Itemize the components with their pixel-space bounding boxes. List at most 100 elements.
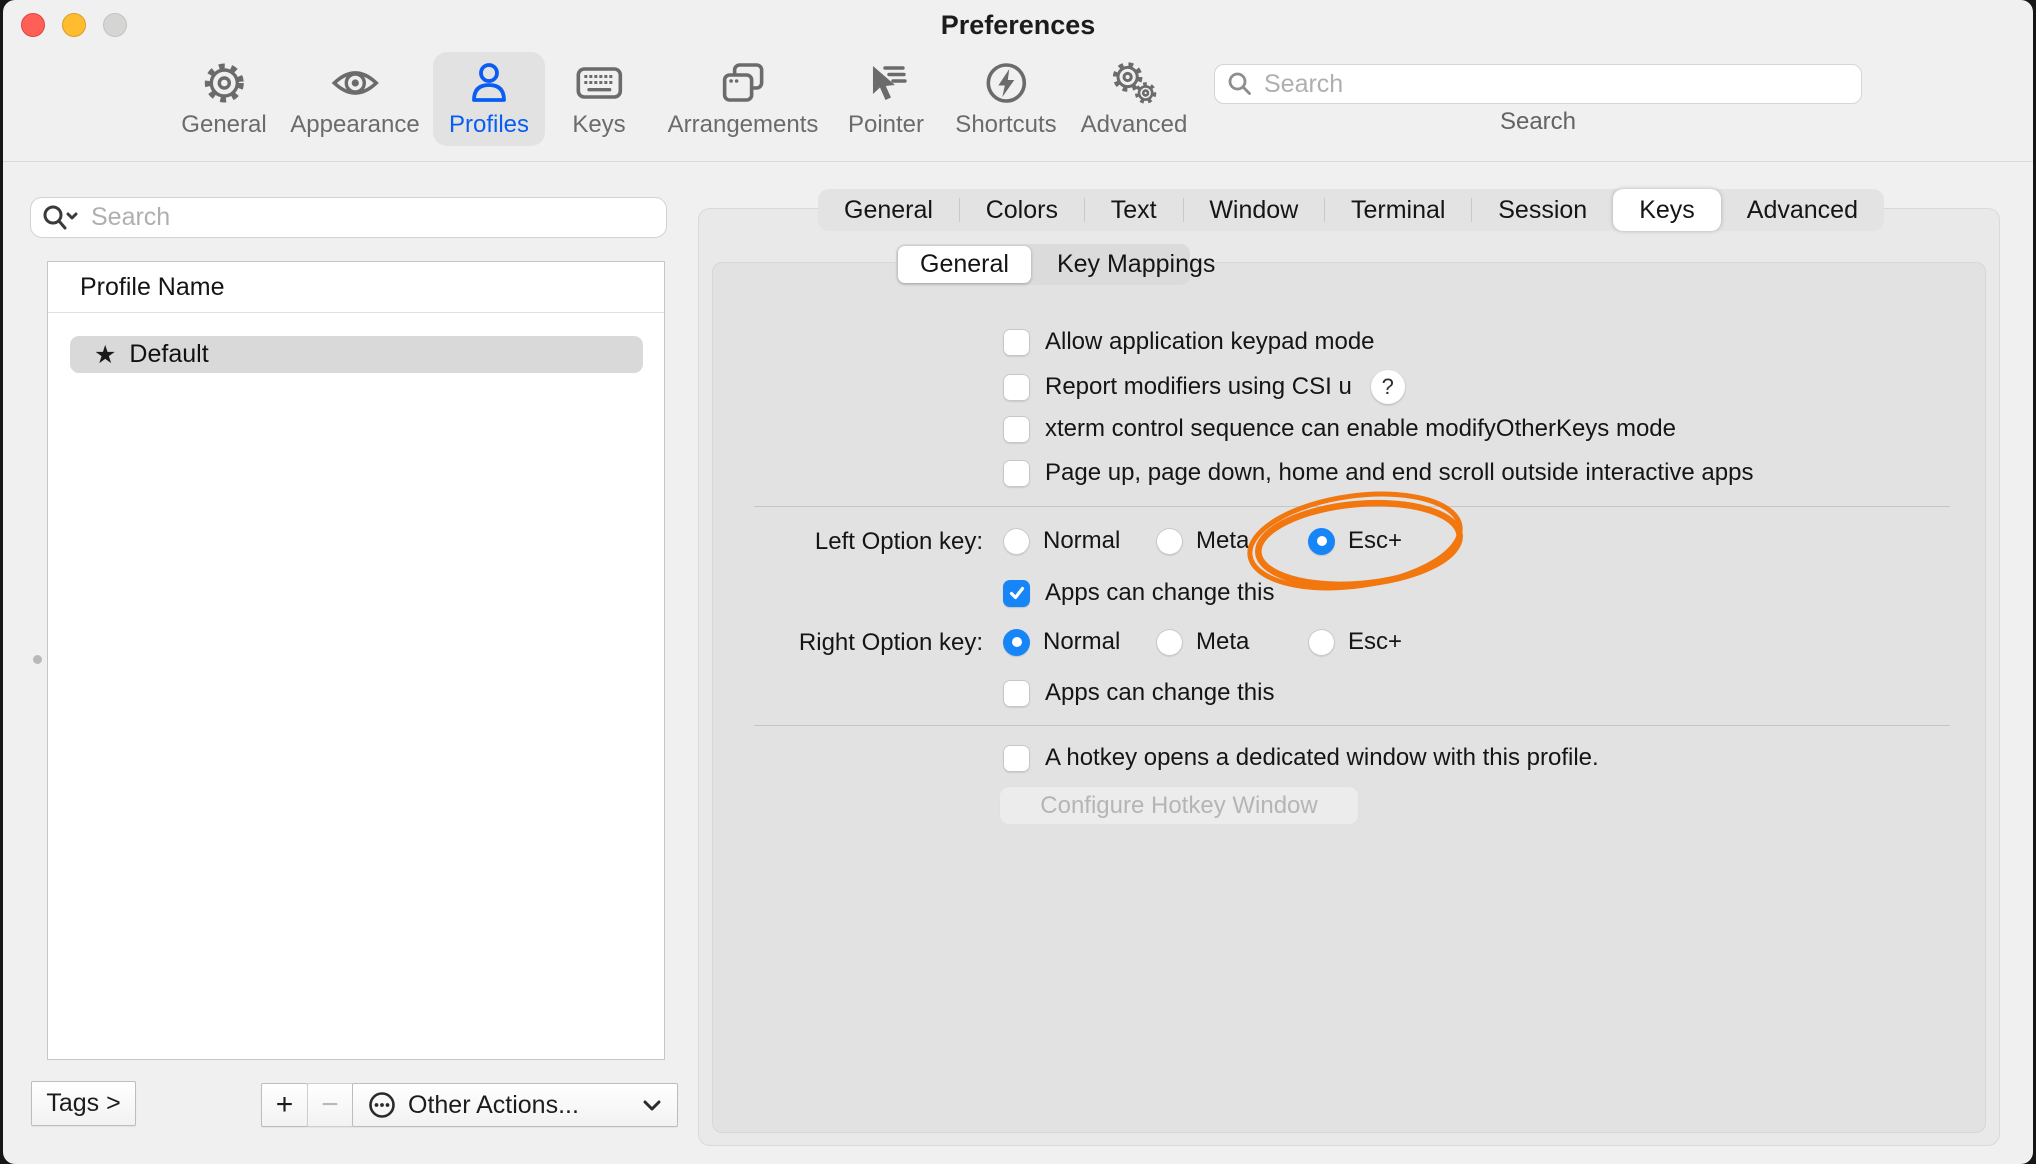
checkbox-row: Allow application keypad mode [1003,328,1375,356]
tab-window[interactable]: Window [1183,189,1324,231]
toolbar-item-label: Arrangements [668,111,819,139]
radio-group-item: Meta [1156,527,1249,555]
toolbar-item-label: Keys [572,111,625,139]
tab-colors[interactable]: Colors [960,189,1084,231]
toolbar-item-label: Shortcuts [955,111,1056,139]
right-option-label: Right Option key: [683,629,983,657]
radio-label: Normal [1043,628,1120,656]
toolbar-item-keys[interactable]: Keys [556,52,641,146]
radio-right-esc[interactable] [1308,629,1335,656]
tab-session[interactable]: Session [1472,189,1613,231]
checkbox-row: Page up, page down, home and end scroll … [1003,459,1753,487]
search-scope-icon [41,204,81,232]
radio-group-item: Esc+ [1308,628,1402,656]
checkbox-label: A hotkey opens a dedicated window with t… [1045,744,1599,772]
checkbox-label: Allow application keypad mode [1045,328,1375,356]
radio-group-item: Normal [1003,628,1120,656]
checkbox-keypad-mode[interactable] [1003,329,1030,356]
default-star-icon: ★ [94,340,116,369]
toolbar-search-field[interactable] [1214,64,1862,104]
gears-icon [1109,60,1159,106]
radio-left-normal[interactable] [1003,528,1030,555]
toolbar-item-appearance[interactable]: Appearance [274,52,435,146]
checkbox-modify-other-keys[interactable] [1003,416,1030,443]
profile-tabbar: General Colors Text Window Terminal Sess… [818,189,1884,231]
person-icon [466,60,512,106]
radio-label: Normal [1043,527,1120,555]
toolbar-search-caption: Search [1214,108,1862,136]
checkbox-right-apps-can-change[interactable] [1003,680,1030,707]
profile-search-input[interactable] [89,202,656,233]
configure-hotkey-window-button: Configure Hotkey Window [999,786,1359,825]
profile-search-field[interactable] [30,197,667,238]
subtab-general[interactable]: General [898,246,1031,283]
windows-icon [719,60,767,106]
cursor-icon [863,60,909,106]
annotation-ellipse [1240,490,1480,602]
checkbox-row: Apps can change this [1003,579,1275,607]
checkbox-row: A hotkey opens a dedicated window with t… [1003,744,1599,772]
checkmark-icon [1007,583,1027,603]
profile-list: Profile Name ★ Default [47,261,665,1060]
tab-keys[interactable]: Keys [1613,189,1721,231]
other-actions-label: Other Actions... [408,1091,630,1120]
profile-name: Default [129,340,208,369]
tags-button[interactable]: Tags > [31,1081,136,1126]
subtab-key-mappings[interactable]: Key Mappings [1035,246,1237,283]
toolbar-item-label: Appearance [290,111,419,139]
eye-icon [330,60,380,106]
checkbox-label: xterm control sequence can enable modify… [1045,415,1676,443]
remove-profile-button: − [307,1083,353,1127]
checkbox-page-scroll[interactable] [1003,460,1030,487]
radio-label: Esc+ [1348,628,1402,656]
radio-group-item: Meta [1156,628,1249,656]
section-divider [754,725,1950,726]
checkbox-row: Apps can change this [1003,679,1275,707]
keyboard-icon [574,60,624,106]
add-profile-button[interactable]: + [261,1083,308,1127]
preferences-window: Preferences General Appearance Profiles … [3,0,2033,1164]
toolbar-search-input[interactable] [1262,69,1849,100]
toolbar-item-label: Advanced [1081,111,1188,139]
checkbox-hotkey-window[interactable] [1003,745,1030,772]
checkbox-left-apps-can-change[interactable] [1003,580,1030,607]
radio-left-meta[interactable] [1156,528,1183,555]
screenshot: Preferences General Appearance Profiles … [0,0,2036,1164]
tab-terminal[interactable]: Terminal [1325,189,1471,231]
toolbar-item-label: Pointer [848,111,924,139]
checkbox-label: Report modifiers using CSI u [1045,373,1352,401]
toolbar-item-general[interactable]: General [165,52,282,146]
toolbar-item-arrangements[interactable]: Arrangements [652,52,835,146]
left-option-label: Left Option key: [683,528,983,556]
gear-icon [201,60,247,106]
tab-advanced[interactable]: Advanced [1721,189,1884,231]
help-button[interactable]: ? [1371,370,1405,404]
profile-list-header: Profile Name [48,262,664,313]
bolt-circle-icon [983,60,1029,106]
checkbox-row: xterm control sequence can enable modify… [1003,415,1676,443]
other-actions-dropdown[interactable]: Other Actions... [352,1083,678,1127]
radio-group-item: Normal [1003,527,1120,555]
ellipsis-circle-icon [367,1090,397,1120]
checkbox-label: Page up, page down, home and end scroll … [1045,459,1753,487]
chevron-down-icon [641,1098,663,1112]
radio-right-meta[interactable] [1156,629,1183,656]
checkbox-row: Report modifiers using CSI u ? [1003,370,1405,404]
splitter-dot [33,655,42,664]
profile-row-default[interactable]: ★ Default [70,336,643,373]
search-icon [1227,71,1253,97]
radio-label: Meta [1196,628,1249,656]
window-title: Preferences [3,10,2033,41]
toolbar-item-shortcuts[interactable]: Shortcuts [939,52,1072,146]
toolbar-divider [3,161,2033,162]
radio-right-normal[interactable] [1003,629,1030,656]
tab-text[interactable]: Text [1085,189,1183,231]
toolbar-item-label: General [181,111,266,139]
checkbox-label: Apps can change this [1045,679,1275,707]
toolbar-item-label: Profiles [449,111,529,139]
toolbar-item-profiles[interactable]: Profiles [433,52,545,146]
toolbar-item-pointer[interactable]: Pointer [832,52,940,146]
toolbar-item-advanced[interactable]: Advanced [1065,52,1204,146]
tab-general[interactable]: General [818,189,959,231]
checkbox-csi-u[interactable] [1003,374,1030,401]
